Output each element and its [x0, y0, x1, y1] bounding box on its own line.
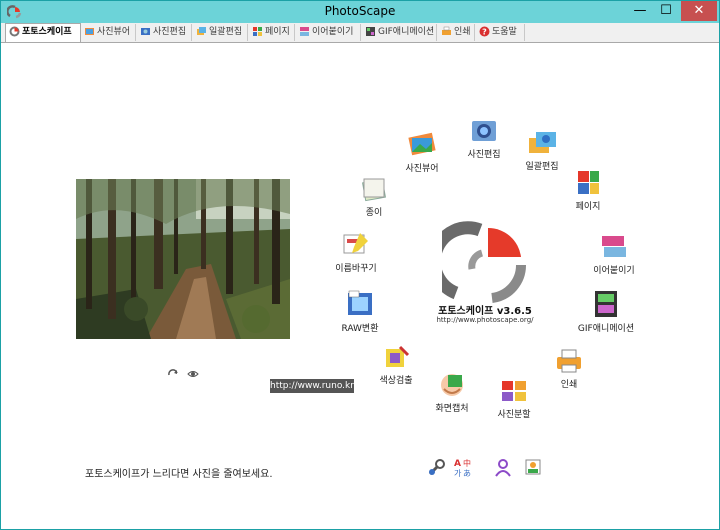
tab-label: 인쇄: [454, 27, 471, 37]
menu-label: 사진분할: [497, 410, 531, 420]
menu-label: 이름바꾸기: [335, 264, 377, 274]
tab-batch[interactable]: 일괄편집: [193, 24, 248, 41]
about-icon[interactable]: [523, 457, 543, 477]
print-icon: [442, 26, 451, 35]
menu-viewer[interactable]: 사진뷰어: [397, 131, 447, 174]
menu-label: 화면캡처: [435, 404, 469, 414]
menu-label: 종이: [365, 208, 383, 218]
rotate-icon[interactable]: [167, 369, 179, 379]
menu-label: 사진뷰어: [405, 164, 439, 174]
help-icon: ?: [479, 26, 490, 37]
menu-rename[interactable]: 이름바꾸기: [331, 229, 381, 274]
window-title: PhotoScape: [324, 4, 396, 18]
svg-text:?: ?: [482, 28, 487, 37]
menu-batch[interactable]: 일괄편집: [517, 129, 567, 172]
tab-photoscape-home[interactable]: 포토스케이프: [5, 23, 81, 42]
close-button[interactable]: ✕: [681, 1, 717, 21]
tab-label: 일괄편집: [209, 27, 243, 37]
photoscape-window: PhotoScape — ☐ ✕ 포토스케이프 사진뷰어 사진편집 일괄편집 페…: [0, 0, 720, 530]
editor-icon: [141, 28, 150, 35]
menu-editor[interactable]: 사진편집: [459, 117, 509, 160]
tab-label: 페이지: [265, 27, 290, 37]
maximize-button[interactable]: ☐: [653, 1, 679, 21]
rename-icon: [343, 233, 368, 254]
sample-photo: [76, 179, 290, 339]
eye-icon[interactable]: [187, 369, 199, 379]
viewer-icon: [408, 132, 436, 156]
menu-label: GIF애니메이션: [577, 324, 635, 334]
gif-icon: [595, 291, 617, 317]
tab-label: 이어붙이기: [312, 27, 354, 37]
menu-screen-capture[interactable]: 화면캡처: [425, 371, 479, 414]
user-profile-icon[interactable]: [493, 457, 513, 477]
svg-text:가: 가: [454, 469, 462, 477]
tab-label: 사진편집: [153, 27, 187, 37]
color-picker-icon: [386, 345, 410, 367]
svg-text:あ: あ: [463, 469, 471, 477]
title-bar[interactable]: PhotoScape — ☐ ✕: [1, 1, 719, 23]
language-icon[interactable]: A 中 가 あ: [453, 457, 473, 477]
settings-tool-icon[interactable]: [427, 457, 447, 477]
combine-icon: [300, 27, 309, 36]
tab-editor[interactable]: 사진편집: [137, 24, 192, 41]
menu-label: 색상검출: [379, 376, 413, 386]
menu-label: 일괄편집: [525, 162, 559, 172]
splitter-icon: [502, 381, 526, 401]
menu-gif-animation[interactable]: GIF애니메이션: [571, 289, 641, 334]
batch-icon: [529, 132, 556, 153]
gif-icon: [366, 27, 375, 36]
menu-combine[interactable]: 이어붙이기: [584, 233, 644, 276]
main-tab-bar: 포토스케이프 사진뷰어 사진편집 일괄편집 페이지 이어붙이기 GIF애니메이션…: [1, 23, 719, 43]
tab-help[interactable]: ? 도움말: [476, 24, 525, 41]
tab-label: 포토스케이프: [22, 27, 72, 37]
viewer-icon: [85, 28, 94, 35]
screen-capture-icon: [441, 374, 463, 396]
paper-icon: [362, 178, 386, 202]
tab-print[interactable]: 인쇄: [438, 24, 475, 41]
menu-label: RAW변환: [341, 324, 379, 334]
editor-icon: [472, 121, 496, 141]
menu-label: 이어붙이기: [593, 266, 635, 276]
raw-converter-icon: [348, 290, 372, 315]
menu-label: 인쇄: [560, 380, 578, 390]
menu-splitter[interactable]: 사진분할: [489, 377, 539, 420]
tab-label: 사진뷰어: [97, 27, 131, 37]
tab-combine[interactable]: 이어붙이기: [296, 24, 361, 41]
svg-text:中: 中: [463, 458, 471, 468]
page-icon: [253, 27, 262, 36]
menu-label: 사진편집: [467, 150, 501, 160]
menu-page[interactable]: 페이지: [563, 169, 613, 212]
print-icon: [557, 349, 581, 373]
website-link[interactable]: http://www.runo.kr: [270, 379, 354, 393]
menu-print[interactable]: 인쇄: [546, 347, 592, 390]
tab-viewer[interactable]: 사진뷰어: [81, 24, 136, 41]
batch-icon: [197, 27, 206, 35]
photoscape-logo-icon: [9, 26, 20, 37]
performance-hint: 포토스케이프가 느리다면 사진을 줄여보세요.: [85, 469, 273, 480]
tab-gif-animation[interactable]: GIF애니메이션: [362, 24, 437, 41]
brand-name: 포토스케이프 v3.6.5: [438, 306, 532, 317]
menu-raw-converter[interactable]: RAW변환: [335, 289, 385, 334]
combine-icon: [602, 236, 626, 257]
svg-text:A: A: [454, 459, 461, 469]
page-icon: [578, 171, 599, 194]
tab-label: GIF애니메이션: [378, 27, 435, 37]
tab-label: 도움말: [492, 27, 517, 37]
brand-url[interactable]: http://www.photoscape.org/: [429, 316, 541, 324]
menu-paper[interactable]: 종이: [351, 175, 397, 218]
menu-label: 페이지: [575, 202, 601, 212]
tab-page[interactable]: 페이지: [249, 24, 295, 41]
minimize-button[interactable]: —: [627, 1, 653, 21]
menu-color-picker[interactable]: 색상검출: [371, 343, 421, 386]
photoscape-logo: [442, 221, 527, 303]
